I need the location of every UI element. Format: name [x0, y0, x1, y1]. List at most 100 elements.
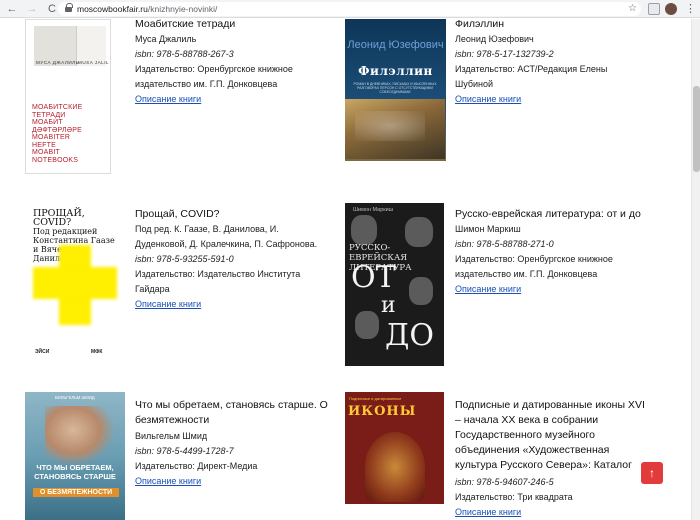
book-description-link[interactable]: Описание книги [455, 92, 655, 107]
book-author: Муса Джалиль [135, 34, 197, 44]
cover-title-ot: ОТ [351, 260, 396, 295]
book-title[interactable]: Подписные и датированные иконы XVI – нач… [455, 398, 670, 473]
book-title-line: Что мы обретаем, становясь старше. О [135, 399, 328, 411]
book-isbn: isbn: 978-5-94607-246-5 [455, 477, 554, 487]
book-publisher: Издательство: Три квадрата [455, 492, 573, 502]
cover-top-text: Подписные и датированные [349, 396, 402, 401]
book-title-line: Подписные и датированные иконы XVI [455, 399, 645, 411]
book-description-link[interactable]: Описание книги [455, 505, 655, 520]
cover-caption: МУСА ДЖАЛИЛЬ [36, 60, 80, 65]
book-isbn: isbn: 978-5-17-132739-2 [455, 49, 554, 59]
book-details: Шимон Маркиш isbn: 978-5-88788-271-0 Изд… [455, 222, 655, 297]
book-details: Под ред. К. Гаазе, В. Данилова, И. Дуден… [135, 222, 340, 312]
book-publisher: издательство им. Г.П. Донковцева [455, 269, 598, 279]
book-details: Леонид Юзефович isbn: 978-5-17-132739-2 … [455, 32, 655, 107]
cover-painting [345, 99, 445, 159]
cover-line: Константина Гаазе [33, 236, 115, 245]
book-title[interactable]: Прощай, COVID? [135, 207, 335, 222]
book-author: Дуденковой, Д. Кралечкина, П. Сафронова. [135, 239, 318, 249]
yellow-cross-icon [33, 267, 117, 299]
book-title[interactable]: Что мы обретаем, становясь старше. О без… [135, 398, 340, 428]
icon-painting [365, 432, 425, 502]
book-publisher: Издательство: Оренбургское книжное [135, 64, 293, 74]
book-description-link[interactable]: Описание книги [135, 474, 335, 489]
cover-line: HEFTE [32, 141, 56, 149]
book-publisher: Издательство: Издательство Института [135, 269, 301, 279]
portrait-photo [351, 215, 377, 245]
cover-title-i: и [381, 293, 396, 318]
book-title-line: безмятежности [135, 414, 210, 426]
cover-line: ТЕТРАДИ [32, 111, 66, 119]
cover-red-title: МОАБИТСКИЕ ТЕТРАДИ МОАБИТ ДӘФТӘРЛӘРЕ MOA… [32, 104, 108, 164]
book-author: Леонид Юзефович [455, 34, 534, 44]
book-title-line: культура Русского Севера»: Каталог [455, 459, 632, 471]
extension-icon[interactable] [648, 3, 660, 15]
cover-line: NOTEBOOKS [32, 156, 79, 164]
cover-author: Леонид Юзефович [347, 39, 444, 51]
scroll-to-top-button[interactable]: ↑ [641, 462, 663, 484]
book-cover-russian-jewish[interactable]: Шимон Маркиш РУССКО-ЕВРЕЙСКАЯ ЛИТЕРАТУРА… [345, 203, 444, 366]
book-author: Шимон Маркиш [455, 224, 521, 234]
cover-subtitle: РОМАН В ДНЕВНИКАХ, ПИСЬМАХ И МЫСЛЕННЫХ Р… [353, 82, 437, 94]
forward-arrow-icon[interactable]: → [24, 1, 40, 17]
publisher-logo: ЭЙСИ [35, 349, 50, 355]
cover-title: Филэллин [358, 64, 433, 78]
arrow-up-icon: ↑ [649, 466, 655, 480]
book-cover-covid[interactable]: ПРОЩАЙ, COVID? Под редакцией Константина… [25, 203, 125, 360]
browser-toolbar: ← → C moscowbookfair.ru/knizhnyie-novink… [0, 0, 700, 18]
back-arrow-icon[interactable]: ← [4, 1, 20, 17]
book-publisher: Гайдара [135, 284, 170, 294]
cover-photo [45, 406, 115, 466]
book-title-line: – начала XX века в собрании [455, 414, 599, 426]
book-author: Вильгельм Шмид [135, 431, 208, 441]
cover-line: ДӘФТӘРЛӘРЕ [32, 126, 82, 134]
page-scrollbar[interactable] [691, 19, 700, 520]
book-title-line: объединения «Художественная [455, 444, 610, 456]
book-cover-icons[interactable]: Подписные и датированные ИКОНЫ [345, 392, 444, 504]
cover-subtitle: О БЕЗМЯТЕЖНОСТИ [33, 488, 119, 497]
book-cover-philhellene[interactable]: Леонид Юзефович Филэллин РОМАН В ДНЕВНИК… [345, 19, 446, 161]
book-publisher: издательство им. Г.П. Донковцева [135, 79, 278, 89]
cover-line: MOABITER [32, 134, 71, 141]
bookmark-star-icon[interactable]: ☆ [628, 2, 637, 16]
cover-title: ИКОНЫ [348, 404, 417, 419]
book-title[interactable]: Русско-еврейская литература: от и до [455, 207, 685, 222]
profile-avatar[interactable] [665, 3, 677, 15]
cover-line: СТАНОВЯСЬ СТАРШЕ [34, 471, 116, 481]
url-host: moscowbookfair.ru [77, 4, 148, 14]
book-description-link[interactable]: Описание книги [455, 282, 655, 297]
cover-title: ПРОЩАЙ, COVID? [33, 208, 85, 228]
cover-title: ЧТО МЫ ОБРЕТАЕМ, СТАНОВЯСЬ СТАРШЕ [27, 463, 123, 481]
book-isbn: isbn: 978-5-88788-267-3 [135, 49, 234, 59]
cover-line: МОАБИТ [32, 119, 63, 126]
book-title[interactable]: Моабитские тетради [135, 17, 335, 32]
portrait-photo [409, 277, 433, 305]
cover-title-do: ДО [385, 318, 434, 353]
book-title[interactable]: Филэллин [455, 17, 655, 32]
book-cover-what-we-gain[interactable]: ВИЛЬГЕЛЬМ ШМИД ЧТО МЫ ОБРЕТАЕМ, СТАНОВЯС… [25, 392, 125, 520]
book-description-link[interactable]: Описание книги [135, 297, 340, 312]
book-cover-moabit[interactable]: МУСА ДЖАЛИЛЬ MUSA JALIL МОАБИТСКИЕ ТЕТРА… [25, 19, 111, 174]
book-isbn: isbn: 978-5-4499-1728-7 [135, 446, 234, 456]
book-isbn: isbn: 978-5-93255-591-0 [135, 254, 234, 264]
url-text: moscowbookfair.ru/knizhnyie-novinki/ [77, 4, 217, 14]
book-details: isbn: 978-5-94607-246-5 Издательство: Тр… [455, 475, 655, 520]
browser-menu-icon[interactable]: ⋮ [685, 1, 696, 17]
cover-author: ВИЛЬГЕЛЬМ ШМИД [55, 395, 95, 400]
cover-line: MOABIT [32, 149, 61, 156]
cover-caption: MUSA JALIL [78, 60, 110, 65]
book-publisher: Издательство: Оренбургское книжное [455, 254, 613, 264]
book-details: Вильгельм Шмид isbn: 978-5-4499-1728-7 И… [135, 429, 335, 489]
url-path: /knizhnyie-novinki/ [147, 4, 218, 14]
publisher-logo: МФК [91, 349, 103, 355]
scrollbar-thumb[interactable] [693, 86, 700, 172]
book-description-link[interactable]: Описание книги [135, 92, 335, 107]
book-author: Под ред. К. Гаазе, В. Данилова, И. [135, 224, 279, 234]
lock-icon [65, 3, 73, 12]
book-publisher: Шубиной [455, 79, 494, 89]
portrait-photo [355, 311, 379, 339]
book-publisher: Издательство: АСТ/Редакция Елены [455, 64, 608, 74]
address-bar[interactable]: moscowbookfair.ru/knizhnyie-novinki/ ☆ [58, 2, 641, 16]
book-publisher: Издательство: Директ-Медиа [135, 461, 258, 471]
cover-author: Шимон Маркиш [353, 207, 394, 213]
